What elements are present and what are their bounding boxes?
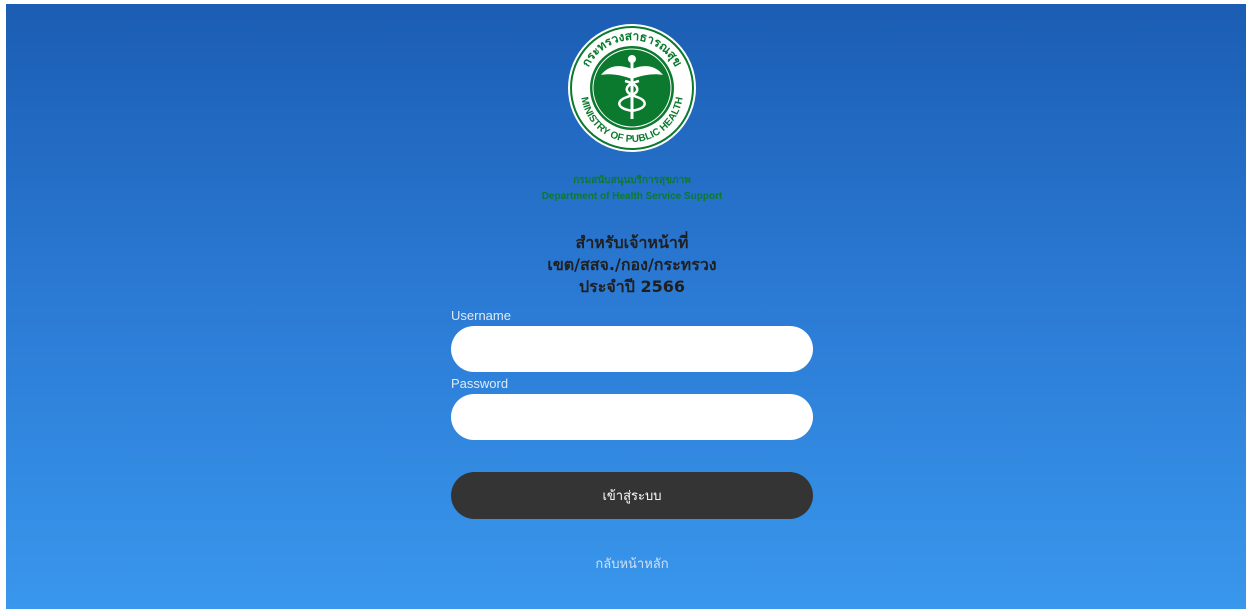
password-label: Password [451, 376, 509, 391]
password-input[interactable] [451, 394, 813, 440]
page-heading-line3: ประจำปี 2566 [579, 277, 685, 296]
department-name-thai: กรมสนับสนุนบริการสุขภาพ [573, 175, 691, 186]
ministry-seal-logo: กระทรวงสาธารณสุข MINISTRY OF PUBLIC HEAL… [567, 23, 697, 153]
page-heading-line2: เขต/สสจ./กอง/กระทรวง [547, 255, 717, 274]
login-page: กระทรวงสาธารณสุข MINISTRY OF PUBLIC HEAL… [6, 4, 1246, 609]
login-button[interactable]: เข้าสู่ระบบ [451, 472, 813, 519]
department-name-english: Department of Health Service Support [541, 191, 723, 202]
caduceus-seal-icon: กระทรวงสาธารณสุข MINISTRY OF PUBLIC HEAL… [568, 24, 696, 152]
username-label: Username [451, 308, 511, 323]
back-to-home-link[interactable]: กลับหน้าหลัก [436, 553, 828, 574]
username-input[interactable] [451, 326, 813, 372]
page-heading-line1: สำหรับเจ้าหน้าที่ [575, 233, 689, 252]
